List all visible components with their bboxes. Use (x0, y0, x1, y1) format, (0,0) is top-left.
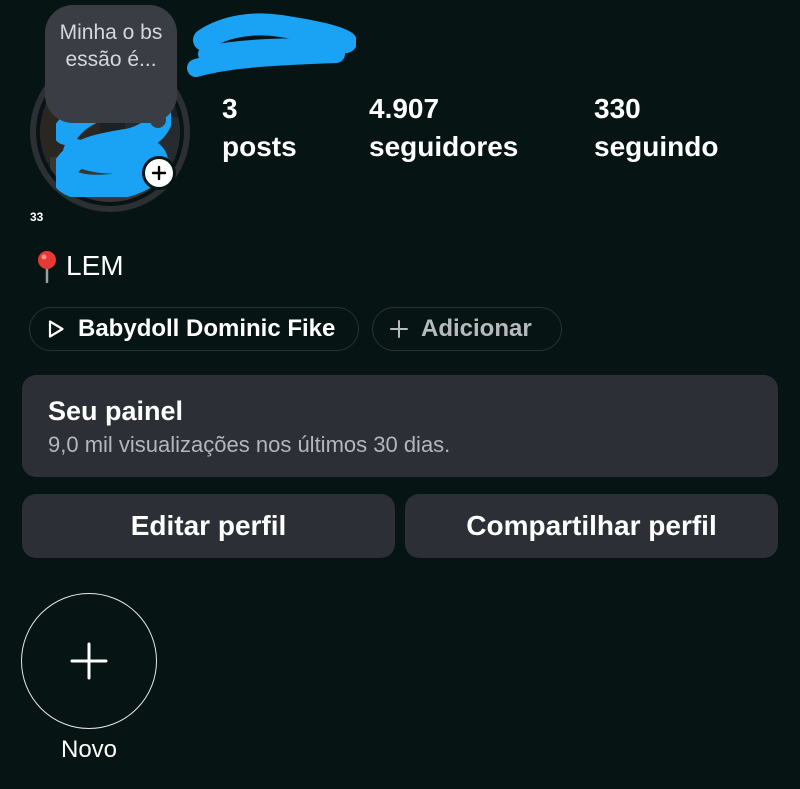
new-highlight-button[interactable] (21, 593, 157, 729)
posts-count: 3 (222, 93, 238, 124)
new-highlight-label: Novo (60, 736, 118, 763)
posts-stat[interactable]: 3 posts (222, 90, 297, 166)
followers-count: 4.907 (369, 93, 440, 124)
play-icon (48, 320, 64, 338)
plus-icon (390, 320, 408, 338)
following-stat[interactable]: 330 seguindo (594, 90, 718, 166)
bio-text: LEM (66, 250, 124, 281)
small-count-label: 33 (30, 210, 44, 224)
add-link-chip[interactable]: Adicionar (372, 307, 562, 351)
followers-label: seguidores (369, 131, 519, 162)
posts-label: posts (222, 131, 297, 162)
note-bubble[interactable]: Minha o bsessão é... (45, 5, 177, 123)
username-redaction (187, 13, 356, 77)
music-chip-label: Babydoll Dominic Fike (78, 315, 336, 342)
note-text: Minha o bsessão é... (59, 21, 163, 71)
music-chip[interactable]: Babydoll Dominic Fike (29, 307, 359, 351)
followers-stat[interactable]: 4.907 seguidores (369, 90, 518, 166)
following-label: seguindo (594, 131, 719, 162)
bio: LEM (32, 248, 124, 284)
dashboard-title: Seu painel (48, 396, 184, 426)
add-chip-label: Adicionar (421, 315, 532, 342)
plus-icon (70, 642, 108, 680)
location-pin-icon (38, 251, 56, 283)
edit-profile-button[interactable]: Editar perfil (22, 494, 395, 558)
following-count: 330 (594, 93, 641, 124)
dashboard-subtitle: 9,0 mil visualizações nos últimos 30 dia… (48, 432, 451, 457)
share-profile-button[interactable]: Compartilhar perfil (405, 494, 778, 558)
plus-icon (151, 165, 167, 181)
dashboard-card[interactable]: Seu painel 9,0 mil visualizações nos últ… (22, 375, 778, 477)
add-story-button[interactable] (142, 156, 176, 190)
note-bubble-tail (150, 112, 166, 128)
